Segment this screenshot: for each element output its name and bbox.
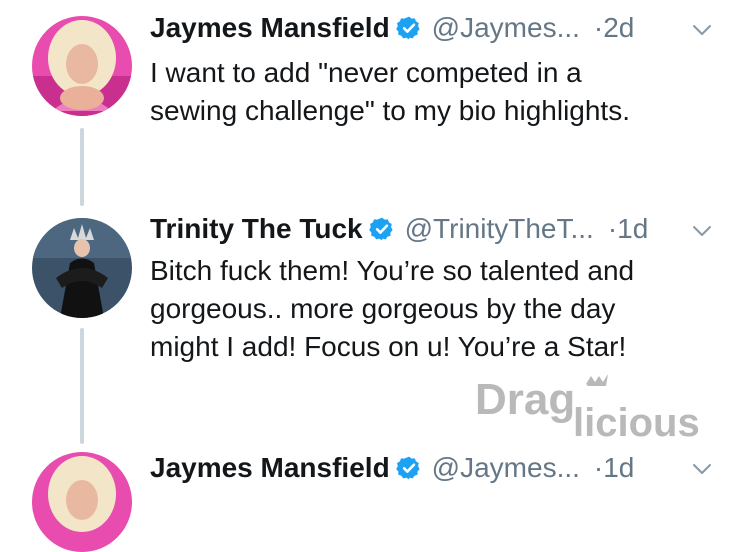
verified-icon (395, 455, 422, 481)
tweet-header: Trinity The Tuck @TrinityTheT... · 1d (150, 212, 648, 246)
watermark-text-licious: licious (573, 401, 700, 442)
timestamp[interactable]: 1d (603, 451, 634, 485)
timestamp[interactable]: 1d (617, 212, 648, 246)
display-name[interactable]: Trinity The Tuck (150, 212, 363, 246)
chevron-down-icon[interactable] (690, 219, 714, 243)
user-handle[interactable]: @Jaymes... (432, 451, 580, 485)
display-name[interactable]: Jaymes Mansfield (150, 11, 390, 45)
separator-dot: · (607, 213, 618, 244)
verified-icon (395, 15, 422, 41)
watermark-logo: Drag licious (475, 372, 720, 445)
separator-dot: · (593, 12, 604, 43)
timestamp[interactable]: 2d (603, 11, 634, 45)
separator-dot: · (593, 452, 604, 483)
user-handle[interactable]: @TrinityTheT... (405, 212, 594, 246)
crown-icon (586, 374, 608, 386)
thread-connector-line (80, 128, 84, 206)
avatar[interactable] (32, 452, 132, 552)
chevron-down-icon[interactable] (690, 18, 714, 42)
thread-connector-line (80, 328, 84, 444)
avatar[interactable] (32, 16, 132, 116)
avatar[interactable] (32, 218, 132, 318)
chevron-down-icon[interactable] (690, 457, 714, 481)
tweet-text: Bitch fuck them! You’re so talented and … (150, 255, 635, 362)
tweet-text: I want to add "never competed in a sewin… (150, 57, 630, 126)
verified-icon (368, 216, 395, 242)
tweet-header: Jaymes Mansfield @Jaymes... · 1d (150, 451, 634, 485)
user-handle[interactable]: @Jaymes... (432, 11, 580, 45)
display-name[interactable]: Jaymes Mansfield (150, 451, 390, 485)
tweet-header: Jaymes Mansfield @Jaymes... · 2d (150, 11, 634, 45)
watermark-text-drag: Drag (475, 375, 575, 424)
